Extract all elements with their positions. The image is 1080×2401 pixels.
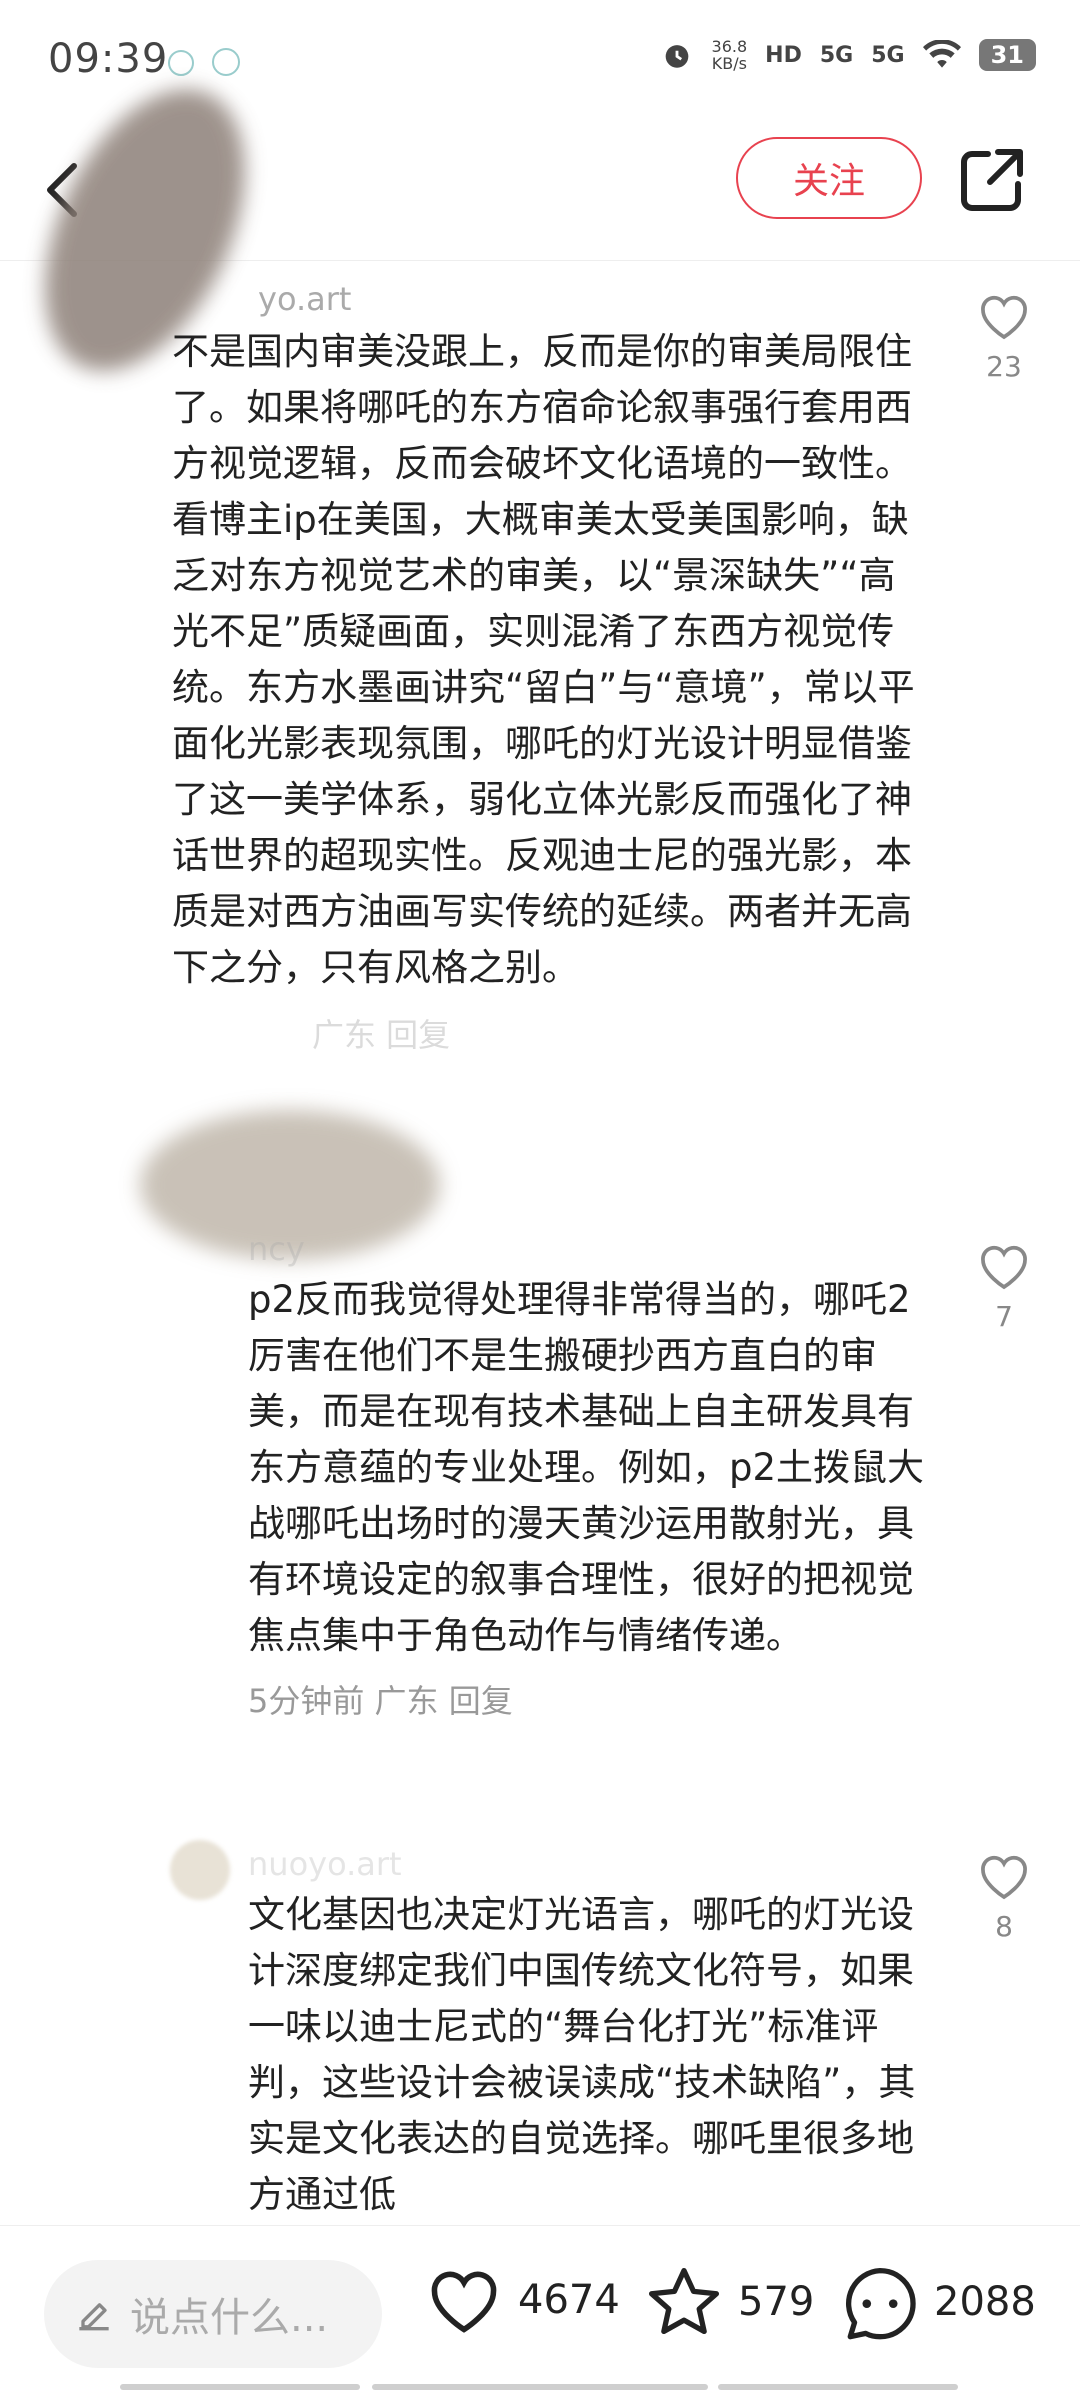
status-time: 09:39 [48, 36, 169, 82]
favorite-stat[interactable]: 579 [644, 2264, 814, 2340]
comment-stat[interactable]: 2088 [840, 2264, 1036, 2340]
comment-meta[interactable]: 5分钟前 广东 回复 [248, 1676, 938, 1722]
comment-like-count: 23 [986, 350, 1022, 383]
comment-item: yo.art 不是国内审美没跟上，反而是你的审美局限住了。如果将哪吒的东方宿命论… [172, 280, 932, 1056]
comment-count: 2088 [934, 2279, 1036, 2325]
chat-bubble-icon[interactable] [840, 2264, 920, 2340]
heart-icon[interactable] [976, 290, 1032, 342]
comment-like[interactable]: 8 [974, 1850, 1034, 1943]
like-stat[interactable]: 4674 [424, 2264, 620, 2336]
heart-icon[interactable] [976, 1240, 1032, 1292]
heart-icon[interactable] [976, 1850, 1032, 1902]
comment-like[interactable]: 7 [974, 1240, 1034, 1333]
comment-text: p2反而我觉得处理得非常得当的，哪吒2厉害在他们不是生搬硬抄西方直白的审美，而是… [248, 1278, 925, 1657]
comment-like-count: 7 [995, 1300, 1013, 1333]
comment-text: 文化基因也决定灯光语言，哪吒的灯光设计深度绑定我们中国传统文化符号，如果一味以迪… [248, 1893, 916, 2216]
comment-username[interactable]: ncy [248, 1230, 938, 1268]
pencil-icon [79, 2303, 109, 2331]
status-icons: 36.8 KB/s HD 5G 5G 31 [660, 38, 1036, 72]
heart-icon[interactable] [424, 2264, 504, 2336]
gesture-bar-segment [718, 2384, 958, 2390]
share-icon[interactable] [958, 146, 1026, 214]
battery-indicator: 31 [978, 39, 1036, 71]
favorite-count: 579 [738, 2279, 815, 2325]
hd-indicator: HD [765, 42, 802, 68]
gesture-bar-segment [372, 2384, 708, 2390]
reply-avatar[interactable] [170, 1840, 230, 1900]
comment-username[interactable]: yo.art [258, 280, 932, 318]
comment-like[interactable]: 23 [974, 290, 1034, 383]
like-count: 4674 [518, 2277, 620, 2323]
comment-text: 不是国内审美没跟上，反而是你的审美局限住了。如果将哪吒的东方宿命论叙事强行套用西… [172, 330, 915, 989]
network-speed: 36.8 KB/s [711, 37, 748, 73]
comment-username[interactable]: nuoyo.art [248, 1845, 938, 1883]
reply-item: ncy p2反而我觉得处理得非常得当的，哪吒2厉害在他们不是生搬硬抄西方直白的审… [248, 1230, 938, 1722]
star-icon[interactable] [644, 2264, 724, 2340]
bottom-bar: 说点什么... 4674 579 2088 [0, 2225, 1080, 2401]
reply-item: nuoyo.art 文化基因也决定灯光语言，哪吒的灯光设计深度绑定我们中国传统文… [248, 1845, 938, 2227]
comment-input-placeholder: 说点什么... [130, 2295, 329, 2341]
comment-like-count: 8 [995, 1910, 1013, 1943]
comment-meta[interactable]: 广东 回复 [312, 1010, 932, 1056]
signal-5g-1: 5G [819, 42, 854, 68]
signal-5g-2: 5G [871, 42, 905, 68]
alarm-icon [665, 45, 688, 68]
notification-icon [168, 50, 194, 76]
notification-icon [212, 48, 240, 76]
wifi-icon [922, 40, 961, 68]
gesture-bar-segment [120, 2384, 360, 2390]
comment-input[interactable]: 说点什么... [44, 2260, 382, 2368]
follow-button[interactable]: 关注 [736, 137, 922, 219]
